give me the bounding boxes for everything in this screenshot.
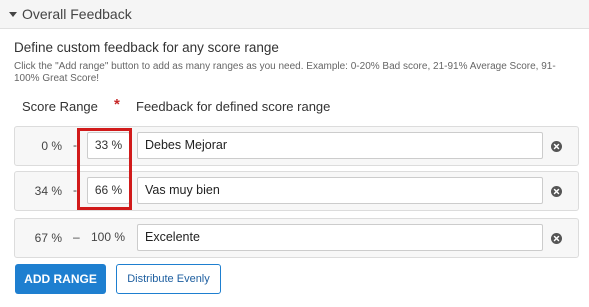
feedback-text-input[interactable]: Vas muy bien xyxy=(137,177,543,204)
range-start-value: 0 % xyxy=(41,139,62,153)
overall-feedback-header[interactable]: Overall Feedback xyxy=(0,0,589,29)
range-row: 34 % - 66 % Vas muy bien xyxy=(14,171,579,211)
distribute-evenly-button[interactable]: Distribute Evenly xyxy=(116,264,221,294)
remove-circle-x-icon[interactable] xyxy=(551,141,562,152)
section-header-title: Overall Feedback xyxy=(22,6,132,22)
range-end-input[interactable]: 33 % xyxy=(87,132,130,159)
feedback-column-header: Feedback for defined score range xyxy=(136,99,331,114)
remove-circle-x-icon[interactable] xyxy=(551,186,562,197)
range-start-value: 67 % xyxy=(34,231,62,245)
range-row: 67 % – 100 % Excelente xyxy=(14,218,579,258)
feedback-text-input[interactable]: Excelente xyxy=(137,224,543,251)
feedback-text-input[interactable]: Debes Mejorar xyxy=(137,132,543,159)
range-end-value: 100 % xyxy=(91,230,126,244)
range-end-input[interactable]: 66 % xyxy=(87,177,130,204)
section-title: Define custom feedback for any score ran… xyxy=(14,40,279,55)
range-separator: – xyxy=(73,230,80,244)
section-description: Click the "Add range" button to add as m… xyxy=(14,61,556,84)
score-range-column-header: Score Range xyxy=(22,99,98,114)
remove-circle-x-icon[interactable] xyxy=(551,233,562,244)
range-separator: - xyxy=(73,138,77,152)
required-marker: * xyxy=(114,96,120,113)
caret-down-icon xyxy=(9,12,17,17)
range-separator: - xyxy=(73,183,77,197)
range-row: 0 % - 33 % Debes Mejorar xyxy=(14,126,579,166)
range-start-value: 34 % xyxy=(34,184,62,198)
add-range-button[interactable]: ADD RANGE xyxy=(15,264,106,294)
